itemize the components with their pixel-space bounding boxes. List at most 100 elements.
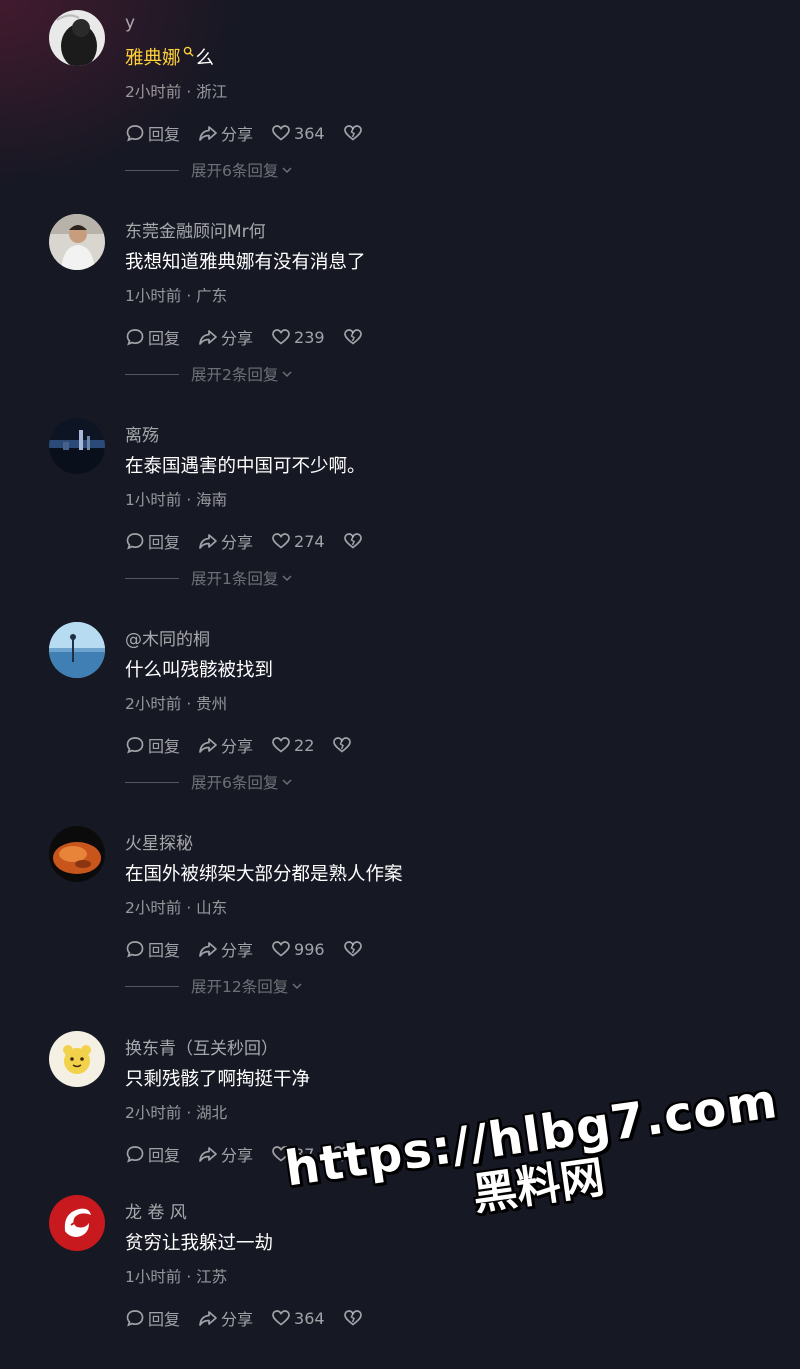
avatar[interactable] <box>49 1195 105 1251</box>
share-button[interactable]: 分享 <box>198 937 253 961</box>
share-label: 分享 <box>221 533 254 552</box>
action-bar: 回复 分享 22 <box>125 733 373 757</box>
reply-icon <box>126 329 144 346</box>
search-link[interactable]: 雅典娜 <box>125 48 181 69</box>
comment-location: 湖北 <box>196 1104 228 1122</box>
comment-location: 贵州 <box>196 695 228 713</box>
comment-location: 海南 <box>196 491 228 509</box>
share-button[interactable]: 分享 <box>198 1142 253 1166</box>
comment-time: 2小时前 <box>125 695 182 713</box>
username[interactable]: 东莞金融顾问Mr何 <box>125 217 266 242</box>
search-icon[interactable] <box>183 46 194 57</box>
reply-button[interactable]: 回复 <box>125 121 180 145</box>
expand-replies[interactable]: 展开2条回复 <box>125 364 293 384</box>
action-bar: 回复 分享 996 <box>125 937 384 961</box>
reply-label: 回复 <box>148 533 181 552</box>
share-label: 分享 <box>221 737 254 756</box>
chevron-down-icon <box>282 371 292 378</box>
share-button[interactable]: 分享 <box>198 733 253 757</box>
share-label: 分享 <box>221 1146 254 1165</box>
expand-label: 展开6条回复 <box>191 774 279 792</box>
dislike-button[interactable] <box>343 327 366 347</box>
chevron-down-icon <box>292 983 302 990</box>
comment-time: 1小时前 <box>125 287 182 305</box>
reply-icon <box>126 125 144 142</box>
avatar[interactable] <box>49 1031 105 1087</box>
reply-button[interactable]: 回复 <box>125 1142 180 1166</box>
comment-time: 1小时前 <box>125 1268 182 1286</box>
like-button[interactable]: 274 <box>271 531 325 551</box>
like-button[interactable]: 364 <box>271 123 325 143</box>
like-button[interactable]: 996 <box>271 939 325 959</box>
reply-label: 回复 <box>148 329 181 348</box>
expand-replies[interactable]: 展开12条回复 <box>125 976 303 996</box>
man-portrait-avatar-icon <box>49 214 105 270</box>
like-button[interactable]: 22 <box>271 735 314 755</box>
share-label: 分享 <box>221 329 254 348</box>
avatar[interactable] <box>49 214 105 270</box>
username[interactable]: 换东青（互关秒回） <box>125 1034 278 1059</box>
avatar[interactable] <box>49 418 105 474</box>
heart-icon <box>272 533 290 549</box>
divider <box>125 373 179 375</box>
reply-button[interactable]: 回复 <box>125 325 180 349</box>
broken-heart-icon <box>343 1310 362 1326</box>
dislike-button[interactable] <box>343 1308 366 1328</box>
share-button[interactable]: 分享 <box>198 1306 253 1330</box>
share-button[interactable]: 分享 <box>198 529 253 553</box>
comment-time: 2小时前 <box>125 899 182 917</box>
dislike-button[interactable] <box>343 531 366 551</box>
like-button[interactable]: 364 <box>271 1308 325 1328</box>
reply-button[interactable]: 回复 <box>125 937 180 961</box>
avatar[interactable] <box>49 10 105 66</box>
avatar[interactable] <box>49 826 105 882</box>
username[interactable]: @木同的桐 <box>125 625 210 650</box>
chevron-down-icon <box>282 779 292 786</box>
comment-text: 在泰国遇害的中国可不少啊。 <box>125 456 366 477</box>
dislike-button[interactable] <box>332 735 355 755</box>
reply-label: 回复 <box>148 1310 181 1329</box>
heart-icon <box>272 737 290 753</box>
share-label: 分享 <box>221 125 254 144</box>
expand-label: 展开6条回复 <box>191 162 279 180</box>
expand-replies[interactable]: 展开1条回复 <box>125 568 293 588</box>
expand-replies[interactable]: 展开6条回复 <box>125 772 293 792</box>
orange-planet-avatar-icon <box>49 826 105 882</box>
username[interactable]: y <box>125 13 135 33</box>
comment-meta: 1小时前 · 江苏 <box>125 1265 227 1287</box>
dislike-button[interactable] <box>343 939 366 959</box>
like-button[interactable]: 239 <box>271 327 325 347</box>
comment-location: 山东 <box>196 899 228 917</box>
avatar[interactable] <box>49 622 105 678</box>
divider <box>125 985 179 987</box>
comment-text-rest: 么 <box>195 48 215 69</box>
expand-label: 展开1条回复 <box>191 570 279 588</box>
username[interactable]: 龙 卷 风 <box>125 1198 187 1223</box>
share-button[interactable]: 分享 <box>198 121 253 145</box>
night-skyline-avatar-icon <box>49 418 105 474</box>
share-button[interactable]: 分享 <box>198 325 253 349</box>
like-count: 239 <box>294 327 325 347</box>
reply-button[interactable]: 回复 <box>125 1306 180 1330</box>
comment-meta: 2小时前 · 山东 <box>125 896 227 918</box>
reply-icon <box>126 1146 144 1163</box>
divider <box>125 781 179 783</box>
expand-label: 展开2条回复 <box>191 366 279 384</box>
heart-icon <box>272 329 290 345</box>
action-bar: 回复 分享 364 <box>125 1306 384 1330</box>
comment-location: 浙江 <box>196 83 228 101</box>
comment-meta: 2小时前 · 湖北 <box>125 1101 227 1123</box>
username[interactable]: 火星探秘 <box>125 829 193 854</box>
expand-replies[interactable]: 展开6条回复 <box>125 160 293 180</box>
reply-label: 回复 <box>148 1146 181 1165</box>
username[interactable]: 离殇 <box>125 421 159 446</box>
reply-button[interactable]: 回复 <box>125 733 180 757</box>
chevron-down-icon <box>282 167 292 174</box>
comment-meta: 1小时前 · 海南 <box>125 488 227 510</box>
like-count: 274 <box>294 531 325 551</box>
dislike-button[interactable] <box>343 123 366 143</box>
reply-button[interactable]: 回复 <box>125 529 180 553</box>
comment-item: 离殇 在泰国遇害的中国可不少啊。 1小时前 · 海南 回复 分享 274 展开1… <box>0 418 800 622</box>
comment-time: 2小时前 <box>125 83 182 101</box>
comment-text: 什么叫残骸被找到 <box>125 660 274 681</box>
